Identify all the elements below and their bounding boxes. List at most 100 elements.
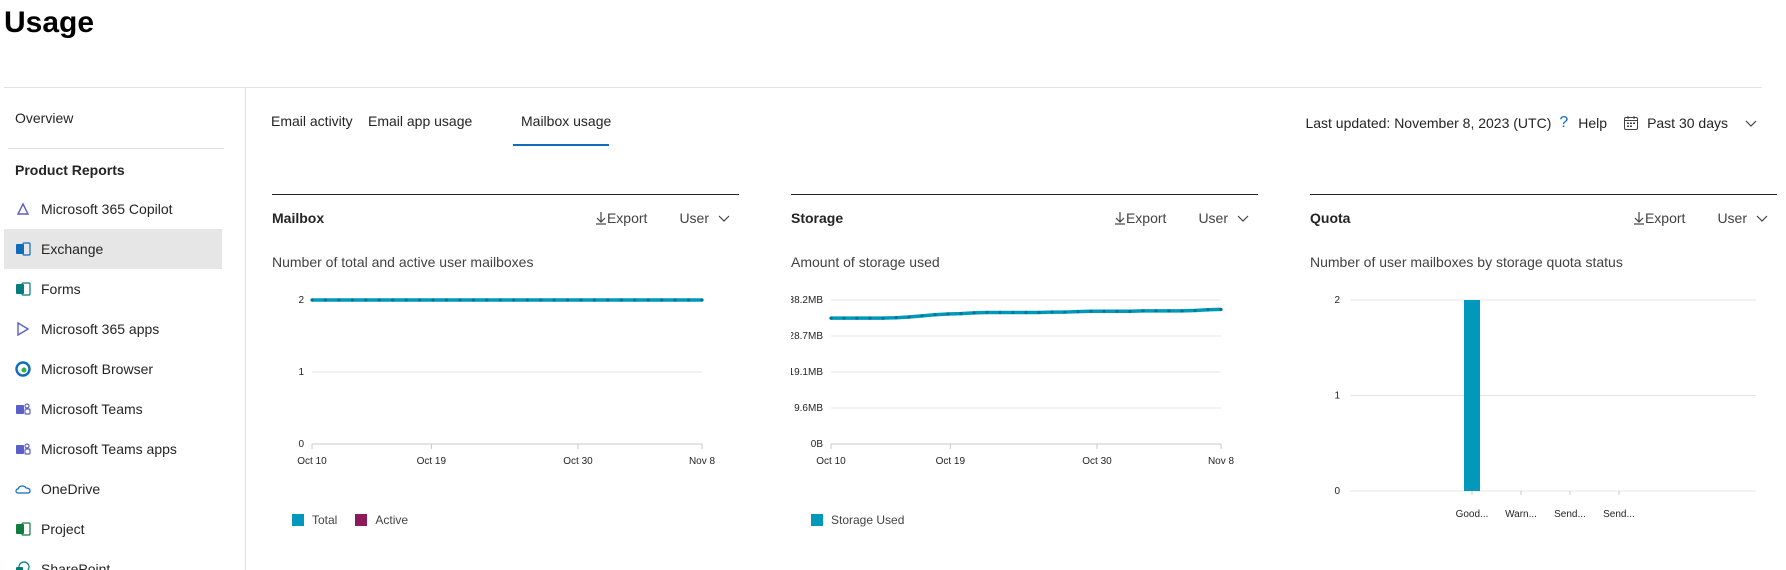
sidebar-item-overview[interactable]: Overview xyxy=(15,110,73,126)
bar xyxy=(1464,300,1480,491)
view-selector[interactable]: User xyxy=(679,210,731,226)
x-tick-label: Send... xyxy=(1603,509,1635,520)
quota-panel: Quota Export User Number of user mailbox… xyxy=(1310,194,1777,570)
m365-apps-icon xyxy=(15,321,31,337)
sidebar-item-onedrive[interactable]: OneDrive xyxy=(4,469,222,509)
date-range-picker[interactable]: Past 30 days xyxy=(1623,115,1758,131)
data-point xyxy=(907,315,911,319)
edge-icon xyxy=(15,361,31,377)
data-point xyxy=(512,298,516,302)
sidebar-item-forms[interactable]: Forms xyxy=(4,269,222,309)
legend-item-active[interactable]: Active xyxy=(355,513,408,527)
x-tick-label: Oct 10 xyxy=(816,456,846,467)
data-point xyxy=(1037,310,1041,315)
data-point xyxy=(444,298,449,302)
legend-swatch xyxy=(355,514,368,526)
sidebar-item-label: Microsoft Teams apps xyxy=(41,441,177,457)
export-button[interactable]: Export xyxy=(595,210,647,226)
view-selector[interactable]: User xyxy=(1717,210,1769,226)
data-point xyxy=(565,298,570,302)
data-point xyxy=(310,298,314,302)
download-icon xyxy=(595,212,606,225)
legend-swatch xyxy=(811,514,823,526)
sidebar-item-label: SharePoint xyxy=(41,561,111,570)
sidebar: Overview Product Reports Microsoft 365 C… xyxy=(4,88,246,570)
data-point xyxy=(1128,309,1132,313)
teams-apps-icon xyxy=(15,441,31,457)
data-point xyxy=(417,298,422,302)
help-button[interactable]: ? Help xyxy=(1559,114,1607,132)
data-point xyxy=(633,298,637,302)
sidebar-item-microsoft-365-copilot[interactable]: Microsoft 365 Copilot xyxy=(4,189,222,229)
y-tick-label: 28.7MB xyxy=(791,331,823,342)
data-point xyxy=(673,298,677,302)
data-point xyxy=(1180,309,1184,313)
quota-bar-chart: 0 1 2 Good... Warn... Send... Send... xyxy=(1334,295,1756,520)
sidebar-item-microsoft-teams-apps[interactable]: Microsoft Teams apps xyxy=(4,429,222,469)
export-label: Export xyxy=(1125,210,1167,226)
x-tick-label: Good... xyxy=(1456,509,1489,520)
legend-item-storage-used[interactable]: Storage Used xyxy=(811,513,904,527)
data-point xyxy=(552,298,556,302)
last-updated-text: Last updated: November 8, 2023 (UTC) xyxy=(1305,115,1552,131)
data-point xyxy=(337,298,341,302)
x-tick-label: Oct 10 xyxy=(297,456,327,467)
exchange-icon xyxy=(15,241,31,257)
copilot-icon xyxy=(15,201,31,217)
help-icon: ? xyxy=(1559,114,1569,131)
data-point xyxy=(972,311,976,315)
chevron-down-icon xyxy=(1756,215,1768,222)
x-tick-label: Nov 8 xyxy=(689,456,716,467)
data-point xyxy=(1063,310,1067,314)
data-point xyxy=(431,298,435,302)
y-tick-label: 2 xyxy=(298,295,304,306)
view-selector[interactable]: User xyxy=(1198,210,1250,226)
sidebar-item-sharepoint[interactable]: SharePoint xyxy=(4,549,222,570)
tab-email-app-usage[interactable]: Email app usage xyxy=(368,113,472,147)
data-point xyxy=(498,298,502,302)
data-point xyxy=(881,316,885,320)
y-tick-label: 2 xyxy=(1334,295,1340,306)
data-point xyxy=(894,316,898,320)
export-label: Export xyxy=(1644,210,1686,226)
export-button[interactable]: Export xyxy=(1633,210,1685,226)
active-tab-indicator xyxy=(513,144,609,146)
data-point xyxy=(998,310,1002,315)
data-point xyxy=(1141,309,1145,313)
data-point xyxy=(1089,309,1093,313)
panel-actions: Export User xyxy=(1114,210,1250,226)
legend-label: Total xyxy=(312,513,338,527)
data-point xyxy=(619,298,623,302)
sidebar-item-microsoft-browser[interactable]: Microsoft Browser xyxy=(4,349,222,389)
data-point xyxy=(1011,310,1015,315)
chart-legend: Total Active xyxy=(292,513,426,527)
sidebar-item-project[interactable]: Project xyxy=(4,509,222,549)
data-point xyxy=(1050,310,1054,314)
data-point xyxy=(1167,309,1171,313)
data-point xyxy=(404,298,408,302)
tab-email-activity[interactable]: Email activity xyxy=(271,113,353,147)
sidebar-item-microsoft-teams[interactable]: Microsoft Teams xyxy=(4,389,222,429)
view-selector-label: User xyxy=(1717,210,1747,226)
data-point xyxy=(985,310,989,315)
storage-line-chart: 0B 9.6MB 19.1MB 28.7MB 38.2MB Oct 10 Oct 19 Oct… xyxy=(791,295,1235,467)
y-tick-label: 9.6MB xyxy=(794,403,823,414)
tab-mailbox-usage[interactable]: Mailbox usage xyxy=(521,113,611,147)
chart-legend: Storage Used xyxy=(811,513,922,527)
sidebar-item-label: Forms xyxy=(41,281,81,297)
sidebar-item-label: Project xyxy=(41,521,85,537)
data-point xyxy=(920,314,924,318)
export-button[interactable]: Export xyxy=(1114,210,1166,226)
data-point xyxy=(1115,309,1119,313)
chevron-down-icon xyxy=(1237,215,1249,222)
legend-item-total[interactable]: Total xyxy=(292,513,337,527)
data-point xyxy=(829,316,833,320)
x-tick-label: Nov 8 xyxy=(1208,456,1235,467)
sharepoint-icon xyxy=(15,561,31,570)
data-point xyxy=(1193,308,1197,313)
page-title: Usage xyxy=(4,6,95,39)
sidebar-item-microsoft-365-apps[interactable]: Microsoft 365 apps xyxy=(4,309,222,349)
sidebar-item-exchange[interactable]: Exchange xyxy=(4,229,222,269)
legend-label: Active xyxy=(375,513,409,527)
panel-subtitle: Number of total and active user mailboxe… xyxy=(272,254,534,270)
